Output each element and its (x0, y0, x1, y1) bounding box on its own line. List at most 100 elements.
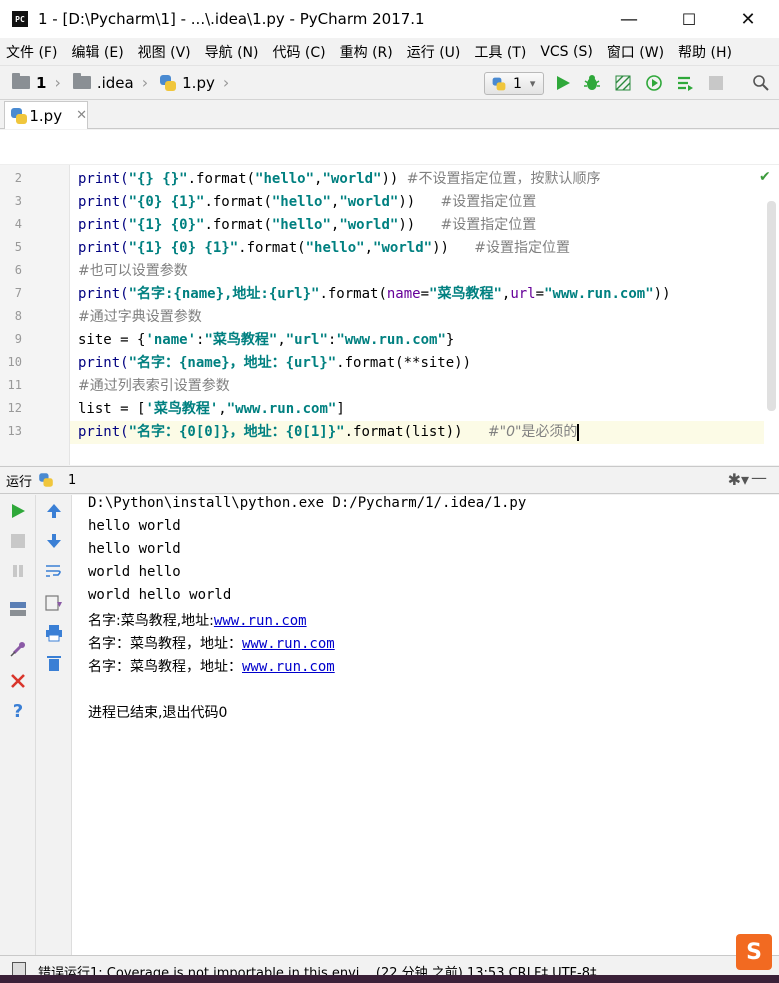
debug-icon[interactable] (582, 73, 602, 93)
code-token: = (420, 286, 430, 302)
menu-vcs[interactable]: VCS (S) (540, 44, 593, 60)
code-token: "www.run.com" (336, 332, 446, 348)
code-line-9: site = {'name':"菜鸟教程","url":"www.run.com… (78, 329, 454, 352)
console-link[interactable]: www.run.com (242, 659, 335, 675)
pycharm-window: PC 1 - [D:\Pycharm\1] - ...\.idea\1.py -… (0, 0, 779, 983)
code-token: "hello" (271, 217, 331, 233)
code-token: print( (78, 194, 129, 210)
arrow-up-icon[interactable] (44, 501, 64, 521)
scroll-to-end-icon[interactable] (44, 593, 64, 613)
close-button[interactable]: ✕ (719, 0, 777, 38)
stop-icon (8, 531, 28, 551)
chevron-right-icon: › (141, 73, 149, 92)
code-token: .format( (204, 194, 272, 210)
hide-panel-icon[interactable]: — (751, 468, 767, 487)
coverage-icon[interactable] (613, 73, 633, 93)
code-token: print( (78, 171, 129, 187)
menu-help[interactable]: 帮助 (H) (678, 42, 732, 62)
trash-icon[interactable] (44, 653, 64, 673)
code-token: "world" (322, 171, 382, 187)
breadcrumb-project[interactable]: 1 › (12, 73, 61, 92)
minimize-button[interactable]: — (600, 0, 658, 38)
code-token: )) (398, 217, 441, 233)
code-token: site = { (78, 332, 146, 348)
breadcrumb-file[interactable]: 1.py › (160, 73, 229, 92)
print-icon[interactable] (44, 623, 64, 643)
console-link[interactable]: www.run.com (242, 636, 335, 652)
search-icon[interactable] (751, 73, 771, 93)
menu-refactor[interactable]: 重构 (R) (340, 42, 393, 62)
console-line: hello world (88, 518, 181, 534)
editor-top-space (0, 130, 779, 165)
code-line-2: print("{} {}".format("hello","world")) #… (78, 168, 601, 191)
code-token: , (218, 401, 227, 417)
menu-tools[interactable]: 工具 (T) (474, 42, 526, 62)
run-console-output[interactable]: D:\Python\install\python.exe D:/Pycharm/… (72, 495, 779, 955)
menu-window[interactable]: 窗口 (W) (607, 42, 664, 62)
pin-icon[interactable] (8, 639, 28, 659)
run-config-select[interactable]: 1 ▾ (484, 72, 544, 95)
code-token: "world" (339, 194, 399, 210)
code-comment: 是必须的 (521, 424, 578, 440)
gear-icon[interactable]: ✱▾ (728, 470, 749, 489)
menu-navigate[interactable]: 导航 (N) (205, 42, 259, 62)
code-token: "{1} {0}" (128, 217, 205, 233)
code-editor[interactable]: 2 3 4 5 6 7 8 9 10 11 12 13 print("{} {}… (0, 165, 779, 465)
tab-1py[interactable]: 1.py ✕ (4, 101, 88, 129)
scrollbar-thumb[interactable] (767, 201, 776, 411)
line-number: 8 (14, 309, 22, 323)
code-token: )) (432, 240, 475, 256)
code-line-8: #通过字典设置参数 (78, 306, 202, 329)
menu-file[interactable]: 文件 (F) (6, 42, 57, 62)
run-config-name[interactable]: 1 (68, 473, 76, 488)
layout-icon[interactable] (8, 599, 28, 619)
code-token: "菜鸟教程" (204, 332, 278, 348)
tab-close-icon[interactable]: ✕ (76, 108, 87, 123)
breadcrumb-label: 1.py (182, 73, 215, 92)
code-token: "名字：{name}，地址：{url}" (128, 355, 337, 371)
close-run-icon[interactable] (8, 671, 28, 691)
code-line-11: #通过列表索引设置参数 (78, 375, 230, 398)
arrow-down-icon[interactable] (44, 531, 64, 551)
menu-code[interactable]: 代码 (C) (272, 42, 325, 62)
code-token: , (277, 332, 286, 348)
run-toolbar-primary: ? (0, 495, 36, 955)
breadcrumb-idea[interactable]: .idea › (72, 73, 149, 92)
rerun-icon[interactable] (8, 501, 28, 521)
console-link[interactable]: www.run.com (214, 613, 307, 629)
stop-icon (706, 73, 726, 93)
code-line-13: print("名字：{0[0]}，地址：{0[1]}".format(list)… (78, 421, 580, 444)
code-token: "hello" (305, 240, 365, 256)
code-token: "名字:{name},地址:{url}" (128, 286, 320, 302)
code-token: "{} {}" (128, 171, 188, 187)
breadcrumb-label: 1 (36, 73, 47, 92)
status-panel-icon[interactable] (12, 962, 26, 976)
run-icon[interactable] (553, 73, 573, 93)
run-config-label: 1 (513, 75, 522, 92)
folder-icon (12, 73, 30, 89)
profile-icon[interactable] (644, 73, 664, 93)
menu-view[interactable]: 视图 (V) (138, 42, 191, 62)
taskbar-edge (0, 975, 779, 983)
text-caret (577, 423, 580, 441)
code-comment: # (487, 424, 500, 440)
code-param: name (386, 286, 421, 302)
console-exit-line: 进程已结束,退出代码0 (88, 705, 228, 721)
concurrency-icon[interactable] (675, 73, 695, 93)
code-comment: #设置指定位置 (440, 217, 537, 233)
menu-run[interactable]: 运行 (U) (407, 42, 461, 62)
code-token: )) (398, 194, 441, 210)
code-line-12: list = ['菜鸟教程',"www.run.com"] (78, 398, 345, 421)
soft-wrap-icon[interactable] (44, 561, 64, 581)
code-token: "world" (339, 217, 399, 233)
console-line: hello world (88, 541, 181, 557)
menu-edit[interactable]: 编辑 (E) (71, 42, 123, 62)
help-icon[interactable]: ? (8, 701, 28, 722)
code-token: .format( (204, 217, 272, 233)
line-number: 6 (14, 263, 22, 277)
maximize-button[interactable]: ☐ (660, 0, 718, 38)
editor-scrollbar[interactable] (764, 201, 779, 461)
code-token: list = [ (78, 401, 146, 417)
line-number: 11 (7, 378, 22, 392)
console-line: 名字:菜鸟教程,地址:www.run.com (88, 610, 307, 633)
